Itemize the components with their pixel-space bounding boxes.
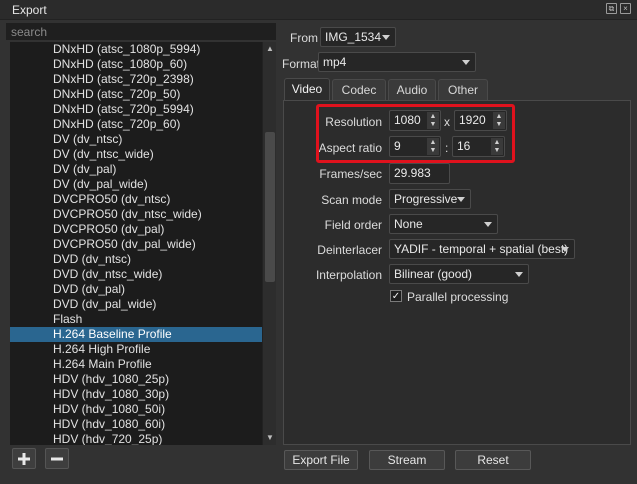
list-item[interactable]: DVD (dv_ntsc_wide) — [10, 267, 262, 282]
list-item[interactable]: DV (dv_pal_wide) — [10, 177, 262, 192]
format-select[interactable]: mp4 — [318, 52, 476, 72]
list-item[interactable]: H.264 Baseline Profile — [10, 327, 262, 342]
remove-preset-button[interactable] — [45, 448, 69, 469]
list-item[interactable]: HDV (hdv_1080_50i) — [10, 402, 262, 417]
minus-icon — [51, 457, 63, 460]
tab-other[interactable]: Other — [438, 79, 488, 100]
preset-list-scrollbar[interactable]: ▲ ▼ — [262, 42, 276, 445]
field-order-value: None — [394, 217, 423, 231]
deinterlacer-label: Deinterlacer — [317, 243, 382, 257]
from-label: From — [290, 31, 318, 45]
list-item[interactable]: DVCPRO50 (dv_ntsc_wide) — [10, 207, 262, 222]
interpolation-select[interactable]: Bilinear (good) — [389, 264, 529, 284]
scan-mode-select[interactable]: Progressive — [389, 189, 471, 209]
chevron-down-icon — [515, 272, 523, 277]
list-item[interactable]: H.264 Main Profile — [10, 357, 262, 372]
list-item[interactable]: DNxHD (atsc_720p_50) — [10, 87, 262, 102]
tab-video[interactable]: Video — [284, 78, 330, 100]
list-item[interactable]: DNxHD (atsc_1080p_5994) — [10, 42, 262, 57]
plus-icon — [18, 452, 30, 465]
list-item[interactable]: H.264 High Profile — [10, 342, 262, 357]
scroll-down-icon[interactable]: ▼ — [265, 433, 275, 443]
scroll-up-icon[interactable]: ▲ — [265, 44, 275, 54]
format-value: mp4 — [323, 55, 347, 69]
deinterlacer-select[interactable]: YADIF - temporal + spatial (best) — [389, 239, 575, 259]
search-input[interactable] — [6, 23, 276, 40]
from-value: IMG_1534 — [325, 30, 382, 44]
stream-button[interactable]: Stream — [369, 450, 445, 470]
window-title: Export — [12, 3, 47, 17]
export-file-button[interactable]: Export File — [284, 450, 358, 470]
list-item[interactable]: DVCPRO50 (dv_pal_wide) — [10, 237, 262, 252]
parallel-processing-checkbox[interactable]: ✓ — [390, 290, 402, 302]
deinterlacer-value: YADIF - temporal + spatial (best) — [394, 242, 569, 256]
scan-mode-label: Scan mode — [321, 193, 382, 207]
reset-button[interactable]: Reset — [455, 450, 531, 470]
list-item[interactable]: DNxHD (atsc_720p_5994) — [10, 102, 262, 117]
list-item[interactable]: DV (dv_ntsc) — [10, 132, 262, 147]
list-item[interactable]: DNxHD (atsc_720p_60) — [10, 117, 262, 132]
from-select[interactable]: IMG_1534 — [320, 27, 396, 47]
close-icon[interactable]: × — [620, 3, 631, 14]
interpolation-label: Interpolation — [315, 268, 382, 282]
preset-list[interactable]: DNxHD (atsc_1080p_5994) DNxHD (atsc_1080p… — [10, 42, 262, 445]
chevron-down-icon — [457, 197, 465, 202]
list-item[interactable]: DVCPRO50 (dv_pal) — [10, 222, 262, 237]
tab-codec[interactable]: Codec — [332, 79, 386, 100]
parallel-processing-label[interactable]: Parallel processing — [407, 290, 508, 304]
frames-per-sec-field[interactable]: 29.983 — [389, 163, 450, 184]
list-item[interactable]: DVCPRO50 (dv_ntsc) — [10, 192, 262, 207]
list-item[interactable]: Flash — [10, 312, 262, 327]
frames-per-sec-value: 29.983 — [394, 166, 431, 180]
list-item[interactable]: DV (dv_pal) — [10, 162, 262, 177]
tab-audio[interactable]: Audio — [388, 79, 436, 100]
float-icon[interactable]: ⧉ — [606, 3, 617, 14]
red-highlight-box — [316, 104, 515, 163]
add-preset-button[interactable] — [12, 448, 36, 469]
title-bar-controls: ⧉ × — [606, 3, 631, 14]
chevron-down-icon — [484, 222, 492, 227]
list-item[interactable]: DVD (dv_pal_wide) — [10, 297, 262, 312]
chevron-down-icon — [462, 60, 470, 65]
list-item[interactable]: DV (dv_ntsc_wide) — [10, 147, 262, 162]
list-item[interactable]: DNxHD (atsc_720p_2398) — [10, 72, 262, 87]
list-item[interactable]: HDV (hdv_1080_30p) — [10, 387, 262, 402]
chevron-down-icon — [382, 35, 390, 40]
list-item[interactable]: HDV (hdv_1080_60i) — [10, 417, 262, 432]
frames-per-sec-label: Frames/sec — [319, 167, 382, 181]
list-item[interactable]: HDV (hdv_1080_25p) — [10, 372, 262, 387]
list-item[interactable]: DVD (dv_pal) — [10, 282, 262, 297]
title-bar: Export ⧉ × — [0, 0, 637, 20]
list-item[interactable]: DNxHD (atsc_1080p_60) — [10, 57, 262, 72]
scroll-thumb[interactable] — [265, 132, 275, 282]
field-order-select[interactable]: None — [389, 214, 498, 234]
format-label: Format — [282, 57, 321, 71]
scan-mode-value: Progressive — [394, 192, 458, 206]
interpolation-value: Bilinear (good) — [394, 267, 473, 281]
list-item[interactable]: HDV (hdv_720_25p) — [10, 432, 262, 445]
list-item[interactable]: DVD (dv_ntsc) — [10, 252, 262, 267]
chevron-down-icon — [561, 247, 569, 252]
field-order-label: Field order — [324, 218, 382, 232]
